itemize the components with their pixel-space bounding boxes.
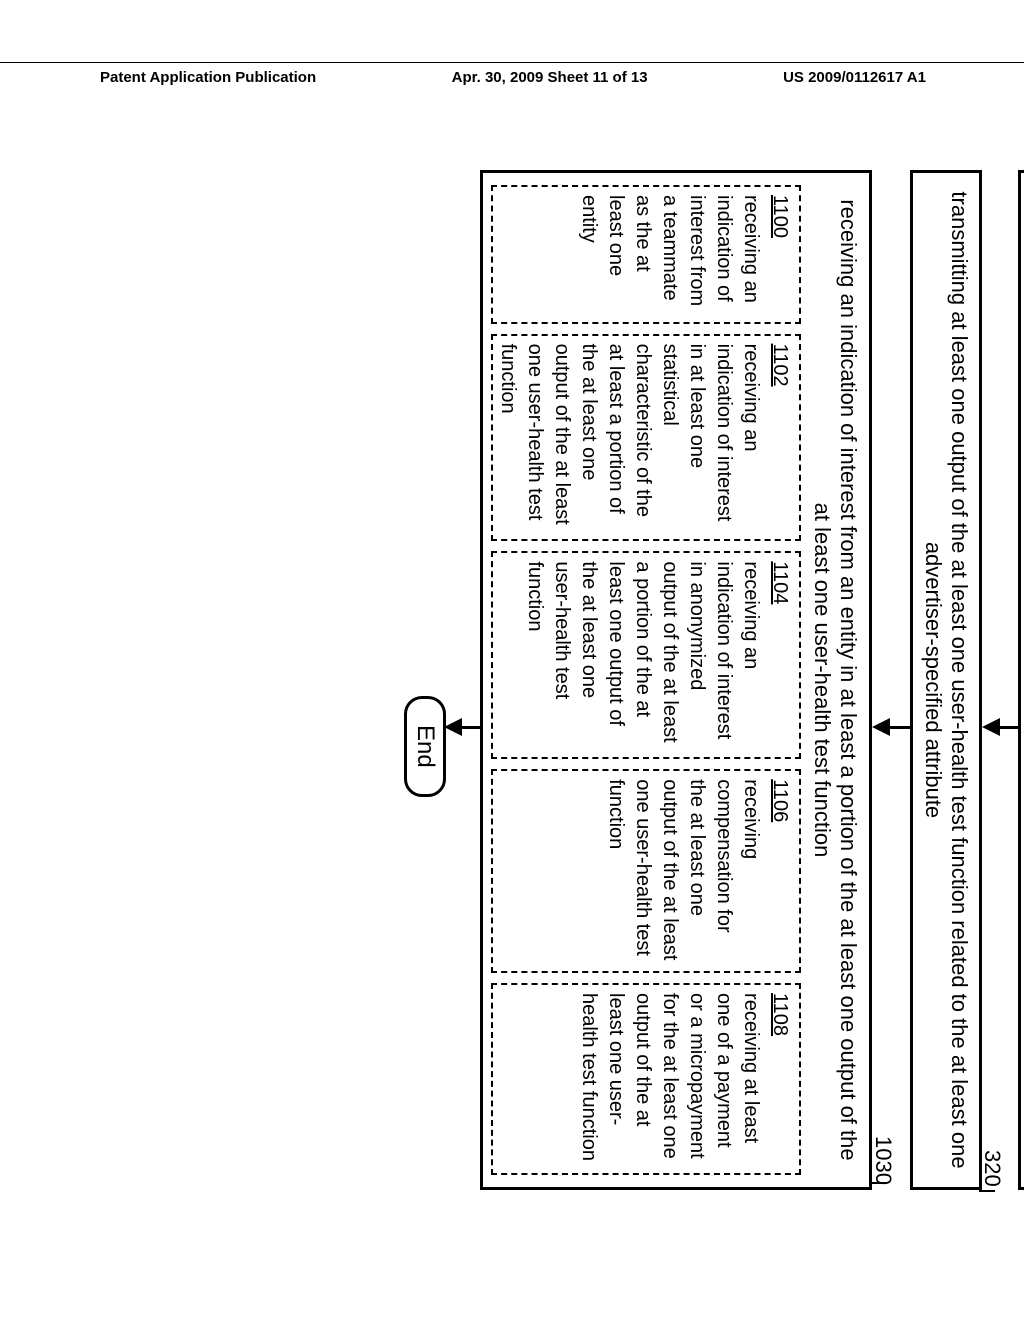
substeps-row: 1100 receiving an indication of interest…: [491, 183, 801, 1177]
substep-1102: 1102 receiving an indication of interest…: [491, 334, 801, 542]
substep-1106-text: receiving compensation for the at least …: [605, 779, 762, 960]
substep-1104-num: 1104: [766, 561, 793, 749]
step-1030-box: receiving an indication of interest from…: [480, 170, 872, 1190]
flowchart-fig-11: FIG. 11 300 Start 310 specifying at leas…: [390, 150, 1024, 1210]
substep-1102-text: receiving an indication of interest in a…: [497, 344, 762, 525]
arrow-stem-icon: [888, 726, 910, 729]
substep-1108-num: 1108: [766, 993, 793, 1165]
diagram-rotated-container: FIG. 11 300 Start 310 specifying at leas…: [0, 285, 1024, 1075]
substep-1106-num: 1106: [766, 779, 793, 963]
reference-320: 320: [979, 1150, 1005, 1187]
arrow-down-icon: [444, 718, 462, 736]
end-terminator: End: [404, 696, 446, 797]
header-left: Patent Application Publication: [100, 69, 316, 86]
header-right: US 2009/0112617 A1: [783, 69, 926, 86]
substep-1102-num: 1102: [766, 344, 793, 532]
substep-1108: 1108 receiving at least one of a payment…: [491, 983, 801, 1175]
arrow-stem-icon: [460, 726, 480, 729]
step-310-box: specifying at least one of a plurality o…: [1018, 170, 1024, 1190]
substep-1100: 1100 receiving an indication of interest…: [491, 185, 801, 324]
substep-1104-text: receiving an indication of interest in a…: [524, 561, 762, 742]
arrow-down-icon: [872, 718, 890, 736]
step-1030-text: receiving an indication of interest from…: [809, 183, 861, 1177]
arrow-down-icon: [982, 718, 1000, 736]
leader-line: [870, 1182, 886, 1184]
arrow-stem-icon: [998, 726, 1018, 729]
substep-1100-num: 1100: [766, 195, 793, 314]
substep-1104: 1104 receiving an indication of interest…: [491, 551, 801, 759]
step-320-box: transmitting at least one output of the …: [910, 170, 982, 1190]
substep-1106: 1106 receiving compensation for the at l…: [491, 769, 801, 973]
page-header: Patent Application Publication Apr. 30, …: [0, 62, 1024, 86]
step-320-text: transmitting at least one output of the …: [920, 187, 972, 1173]
leader-line: [979, 1190, 995, 1192]
reference-1030: 1030: [870, 1136, 896, 1185]
substep-1100-text: receiving an indication of interest from…: [578, 195, 762, 306]
header-center: Apr. 30, 2009 Sheet 11 of 13: [452, 69, 648, 86]
substep-1108-text: receiving at least one of a payment or a…: [578, 993, 762, 1161]
